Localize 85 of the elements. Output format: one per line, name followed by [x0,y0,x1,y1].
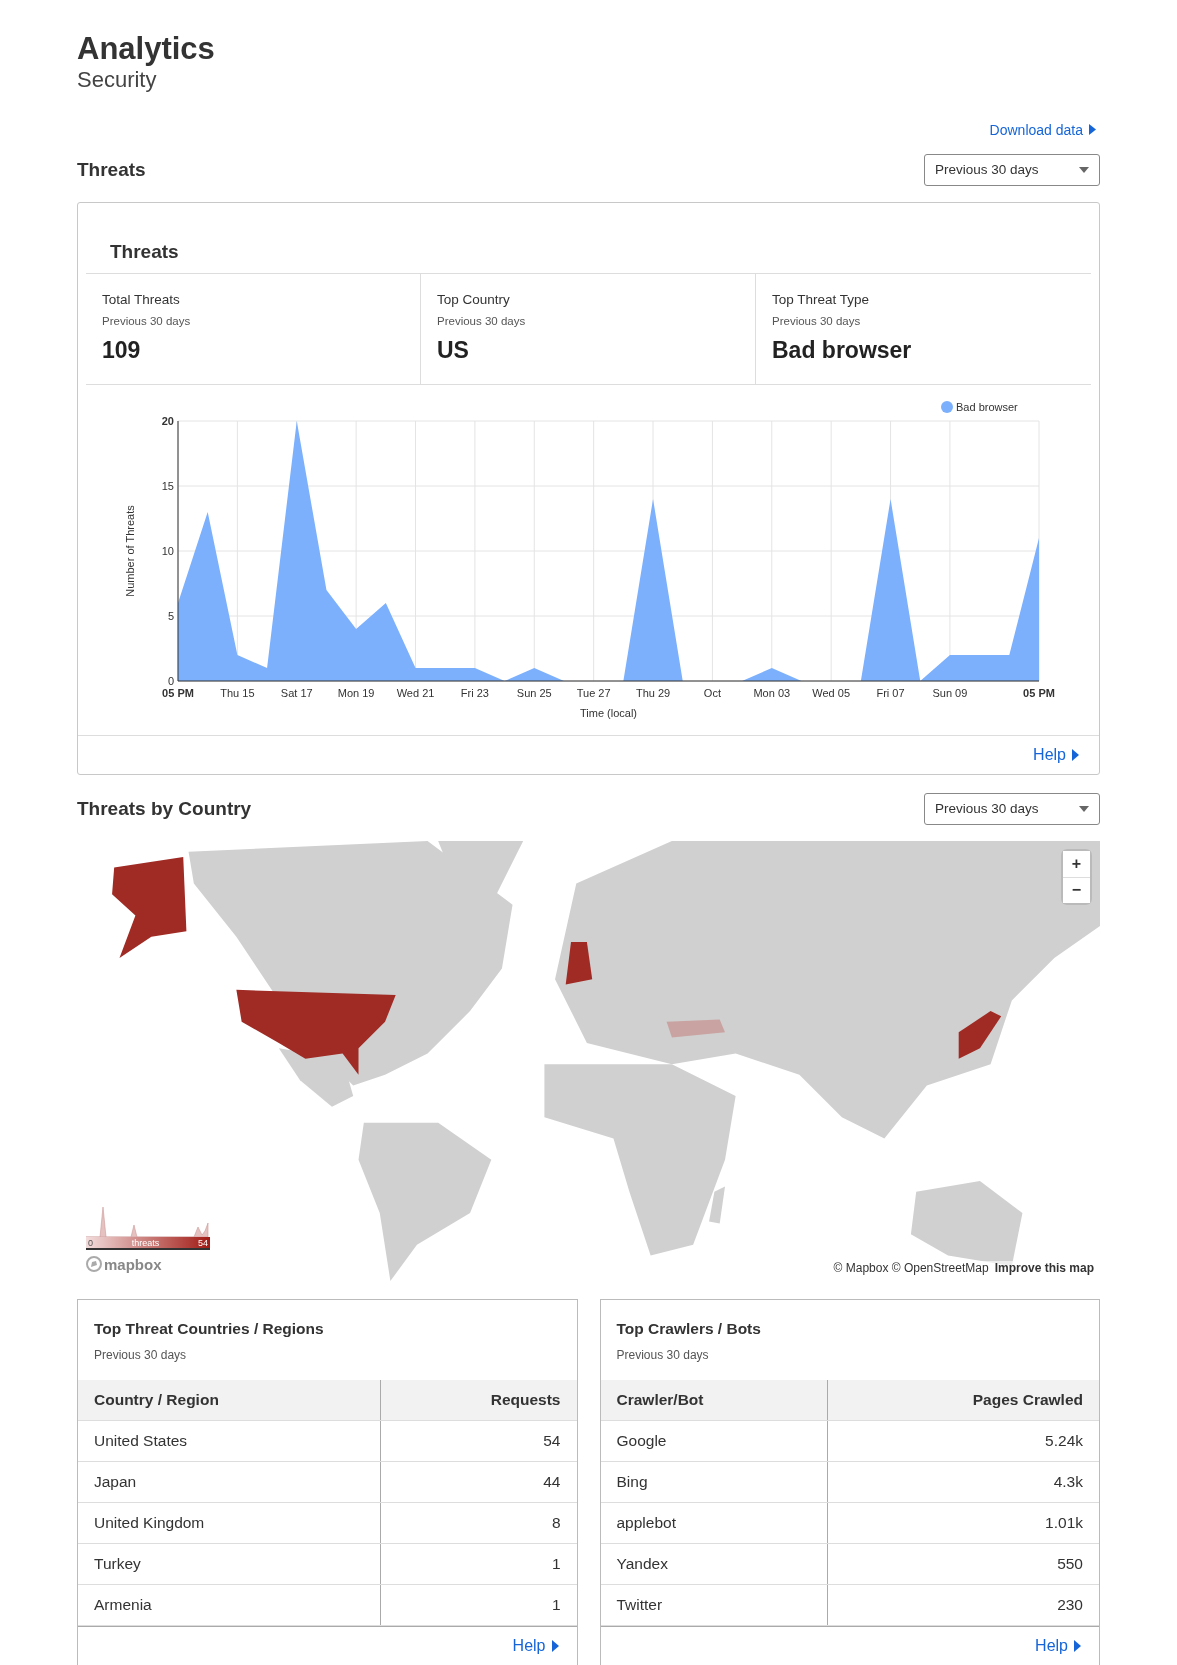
section-title: Threats by Country [77,797,252,820]
table-cell: 5.24k [827,1420,1099,1462]
improve-map-link[interactable]: Improve this map [994,1260,1094,1275]
stat-label: Top Threat Type [772,291,871,307]
help-link[interactable]: Help [1035,1636,1081,1655]
x-tick-label: Sun 25 [516,686,552,699]
table-cell: 44 [380,1461,577,1503]
dropdown-caret-icon [1079,166,1089,173]
column-header: Pages Crawled [827,1379,1099,1421]
x-tick-label: Oct [703,686,721,699]
stat-period: Previous 30 days [772,314,862,327]
table-cell: Japan [78,1461,381,1503]
scale-min-label: 0 [88,1236,93,1248]
help-link[interactable]: Help [512,1636,559,1655]
table-cell: applebot [600,1502,828,1544]
table-cell: 230 [827,1584,1099,1626]
table-cell: Yandex [600,1543,828,1585]
table-cell: 8 [380,1502,577,1544]
column-header: Crawler/Bot [600,1379,828,1421]
y-tick-label: 5 [167,609,174,622]
scale-max-label: 54 [197,1236,208,1248]
column-header: Requests [380,1379,577,1421]
x-tick-label: Mon 19 [337,686,375,699]
table-cell: 1 [380,1543,577,1585]
stat-label: Total Threats [102,291,181,307]
scale-label: threats [131,1236,160,1248]
download-link[interactable]: Download data [989,121,1096,138]
help-link[interactable]: Help [1033,745,1079,764]
table-cell: Armenia [78,1584,381,1626]
map-attribution: © Mapbox © OpenStreetMap [833,1260,989,1275]
x-tick-label: 05 PM [162,686,194,699]
x-tick-label: Sat 17 [280,686,313,699]
page-title: Analytics [77,30,216,68]
table-cell: 1 [380,1584,577,1626]
x-axis-title: Time (local) [580,706,637,719]
caret-icon [551,1639,559,1652]
caret-icon [1072,748,1079,761]
table-cell: 4.3k [827,1461,1099,1503]
table-cell: 54 [380,1420,577,1462]
table-cell: Bing [600,1461,828,1503]
y-tick-label: 0 [167,674,174,687]
x-tick-label: Sun 09 [932,686,968,699]
dropdown-caret-icon [1079,805,1089,812]
table-cell: Google [600,1420,828,1462]
zoom-out-button[interactable]: − [1063,876,1090,903]
table-cell: Turkey [78,1543,381,1585]
x-tick-label: 05 PM [1023,686,1055,699]
logo-wordmark: mapbox [104,1255,162,1273]
table-cell: Twitter [600,1584,828,1626]
y-tick-label: 10 [161,544,174,557]
page-subtitle: Security [77,67,158,94]
table-title: Top Crawlers / Bots [615,1318,762,1338]
stat-period: Previous 30 days [102,314,192,327]
stat-value: 109 [102,336,142,364]
table-cell: United States [78,1420,381,1462]
table-cell: 1.01k [827,1502,1099,1544]
x-tick-label: Fri 23 [460,686,489,699]
table-cell: United Kingdom [78,1502,381,1544]
x-tick-label: Thu 29 [635,686,671,699]
range-select[interactable]: Previous 30 days [924,153,1100,186]
x-tick-label: Thu 15 [220,686,255,699]
table-period: Previous 30 days [93,1346,188,1364]
caret-icon [1089,124,1096,136]
legend-label: Bad browser [956,400,1018,413]
x-tick-label: Wed 21 [396,686,435,699]
x-tick-label: Mon 03 [753,686,791,699]
x-tick-label: Tue 27 [576,686,611,699]
y-tick-label: 15 [161,479,174,492]
card-title: Threats [86,202,1091,274]
table-title: Top Threat Countries / Regions [93,1318,325,1338]
table-period: Previous 30 days [615,1346,710,1364]
logo-icon [86,1256,102,1273]
y-axis-title: Number of Threats [124,504,136,597]
table-cell: 550 [827,1543,1099,1585]
caret-icon [1074,1639,1081,1652]
range-select[interactable]: Previous 30 days [924,792,1100,825]
x-tick-label: Wed 05 [812,686,851,699]
stat-period: Previous 30 days [437,314,527,327]
x-tick-label: Fri 07 [876,686,905,699]
stat-label: Top Country [437,291,511,307]
stat-value: Bad browser [772,336,913,364]
y-tick-label: 20 [161,414,174,427]
section-title: Threats [77,158,146,181]
column-header: Country / Region [78,1379,381,1421]
stat-value: US [437,336,470,364]
